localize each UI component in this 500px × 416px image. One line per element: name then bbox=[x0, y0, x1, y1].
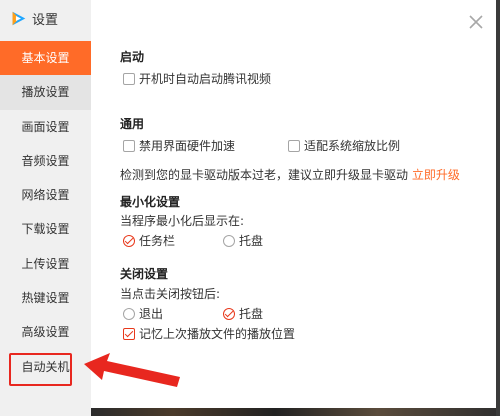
close-prompt: 当点击关闭按钮后: bbox=[120, 287, 221, 301]
close-icon[interactable] bbox=[466, 12, 486, 32]
sidebar-item-upload[interactable]: 上传设置 bbox=[0, 247, 91, 281]
sidebar-item-label: 网络设置 bbox=[21, 188, 70, 203]
adapt-scaling-label: 适配系统缩放比例 bbox=[304, 139, 401, 153]
sidebar-item-playback[interactable]: 播放设置 bbox=[0, 75, 91, 110]
close-tray-label: 托盘 bbox=[239, 307, 264, 321]
sidebar-item-picture[interactable]: 画面设置 bbox=[0, 110, 91, 144]
minimize-prompt: 当程序最小化后显示在: bbox=[120, 214, 245, 228]
settings-window: 设置 基本设置 播放设置 画面设置 音频设置 网络设置 下载设置 上传设置 热键… bbox=[0, 0, 500, 416]
annotation-highlight-box bbox=[9, 352, 72, 386]
upgrade-driver-link[interactable]: 立即升级 bbox=[412, 168, 460, 182]
minimize-section-title: 最小化设置 bbox=[120, 195, 181, 209]
adapt-scaling-checkbox[interactable]: 适配系统缩放比例 bbox=[288, 137, 400, 154]
disable-hw-accel-checkbox[interactable]: 禁用界面硬件加速 bbox=[123, 137, 235, 154]
radio-checked-icon bbox=[123, 234, 135, 247]
background-edge bbox=[496, 0, 500, 416]
radio-checked-icon bbox=[223, 307, 235, 320]
sidebar-item-network[interactable]: 网络设置 bbox=[0, 178, 91, 212]
general-section-title: 通用 bbox=[120, 117, 145, 131]
annotation-arrow-icon bbox=[84, 353, 180, 387]
settings-nav: 基本设置 播放设置 画面设置 音频设置 网络设置 下载设置 上传设置 热键设置 … bbox=[0, 41, 91, 386]
sidebar: 设置 基本设置 播放设置 画面设置 音频设置 网络设置 下载设置 上传设置 热键… bbox=[0, 0, 91, 416]
radio-icon bbox=[123, 307, 135, 320]
tencent-video-logo-icon bbox=[12, 11, 26, 25]
sidebar-item-label: 播放设置 bbox=[21, 85, 70, 100]
close-section-title: 关闭设置 bbox=[120, 267, 169, 281]
sidebar-item-download[interactable]: 下载设置 bbox=[0, 212, 91, 246]
checkbox-icon bbox=[123, 139, 135, 152]
driver-notice-text: 检测到您的显卡驱动版本过老，建议立即升级显卡驱动 bbox=[120, 168, 409, 182]
sidebar-item-label: 热键设置 bbox=[21, 291, 70, 306]
checkbox-icon bbox=[288, 139, 300, 152]
sidebar-item-audio[interactable]: 音频设置 bbox=[0, 144, 91, 178]
close-exit-label: 退出 bbox=[139, 307, 164, 321]
sidebar-item-basic[interactable]: 基本设置 bbox=[0, 41, 91, 76]
close-exit-radio[interactable]: 退出 bbox=[123, 305, 163, 322]
minimize-taskbar-radio[interactable]: 任务栏 bbox=[123, 232, 175, 249]
checkbox-checked-icon bbox=[123, 327, 135, 340]
remember-position-checkbox[interactable]: 记忆上次播放文件的播放位置 bbox=[123, 325, 295, 342]
background-video-strip bbox=[91, 408, 500, 416]
sidebar-item-auto-shutdown[interactable]: 自动关机 bbox=[0, 350, 91, 386]
minimize-taskbar-label: 任务栏 bbox=[139, 234, 176, 248]
sidebar-item-hotkey[interactable]: 热键设置 bbox=[0, 281, 91, 315]
sidebar-item-label: 下载设置 bbox=[21, 222, 70, 237]
autostart-label: 开机时自动启动腾讯视频 bbox=[139, 72, 272, 86]
sidebar-item-label: 音频设置 bbox=[21, 153, 70, 168]
sidebar-item-label: 高级设置 bbox=[21, 325, 70, 340]
checkbox-icon bbox=[123, 72, 135, 85]
sidebar-item-label: 上传设置 bbox=[21, 256, 70, 271]
minimize-tray-radio[interactable]: 托盘 bbox=[223, 232, 263, 249]
window-title-bar: 设置 bbox=[10, 8, 58, 28]
startup-section-title: 启动 bbox=[120, 50, 145, 64]
window-title: 设置 bbox=[32, 12, 59, 28]
radio-icon bbox=[223, 234, 235, 247]
sidebar-item-label: 画面设置 bbox=[21, 119, 70, 134]
autostart-checkbox[interactable]: 开机时自动启动腾讯视频 bbox=[123, 70, 271, 87]
disable-hw-accel-label: 禁用界面硬件加速 bbox=[139, 139, 236, 153]
remember-position-label: 记忆上次播放文件的播放位置 bbox=[139, 327, 296, 341]
minimize-tray-label: 托盘 bbox=[239, 234, 264, 248]
sidebar-item-advanced[interactable]: 高级设置 bbox=[0, 315, 91, 349]
close-tray-radio[interactable]: 托盘 bbox=[223, 305, 263, 322]
driver-notice: 检测到您的显卡驱动版本过老，建议立即升级显卡驱动 立即升级 bbox=[120, 166, 460, 183]
sidebar-item-label: 基本设置 bbox=[21, 51, 70, 65]
